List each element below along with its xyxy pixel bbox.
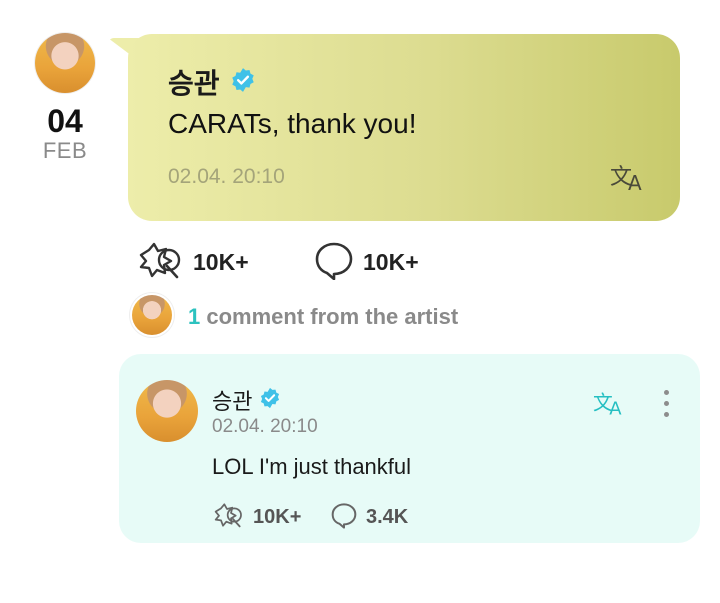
post-bubble[interactable]: 승관 CARATs, thank you! 02.04. 20:10 文 A [128, 34, 680, 221]
svg-text:A: A [609, 399, 622, 417]
comment-reply-button[interactable]: 3.4K [330, 501, 408, 534]
post-author[interactable]: 승관 [168, 62, 220, 102]
comment-avatar[interactable] [136, 380, 198, 442]
artist-comments-link[interactable]: 1 comment from the artist [188, 304, 458, 330]
like-star-icon [213, 501, 245, 534]
comment-time: 02.04. 20:10 [212, 416, 318, 437]
post-time: 02.04. 20:10 [168, 165, 285, 188]
artist-comment-card[interactable]: 승관 02.04. 20:10 LOL I'm just thankful 文 … [119, 354, 700, 543]
translate-icon[interactable]: 文 A [610, 162, 650, 197]
artist-comment-count: 1 [188, 304, 201, 329]
post-comment-count: 10K+ [363, 249, 419, 275]
post-comment-button[interactable]: 10K+ [313, 240, 419, 285]
comment-bubble-icon [313, 240, 355, 285]
comment-author[interactable]: 승관 [212, 384, 252, 416]
comment-reply-count: 3.4K [366, 506, 409, 528]
post-text: CARATs, thank you! [168, 108, 417, 139]
svg-text:A: A [628, 171, 642, 192]
comment-bubble-icon [330, 501, 358, 534]
artist-comment-label: comment from the artist [200, 304, 459, 329]
artist-avatar[interactable] [35, 33, 95, 93]
post-date-day: 04 [47, 103, 83, 139]
verified-badge-icon [230, 67, 256, 98]
post-like-button[interactable]: 10K+ [137, 240, 249, 285]
post-date: 04 FEB [30, 103, 100, 163]
post-like-count: 10K+ [193, 249, 249, 275]
like-star-icon [137, 240, 185, 285]
verified-badge-icon [259, 387, 281, 414]
more-vertical-icon[interactable] [662, 390, 670, 420]
comment-like-button[interactable]: 10K+ [213, 501, 301, 534]
comment-artist-avatar [132, 295, 172, 335]
comment-like-count: 10K+ [253, 506, 302, 528]
comment-text: LOL I'm just thankful [212, 454, 412, 479]
translate-icon[interactable]: 文 A [593, 389, 629, 422]
post-date-month: FEB [42, 138, 88, 163]
